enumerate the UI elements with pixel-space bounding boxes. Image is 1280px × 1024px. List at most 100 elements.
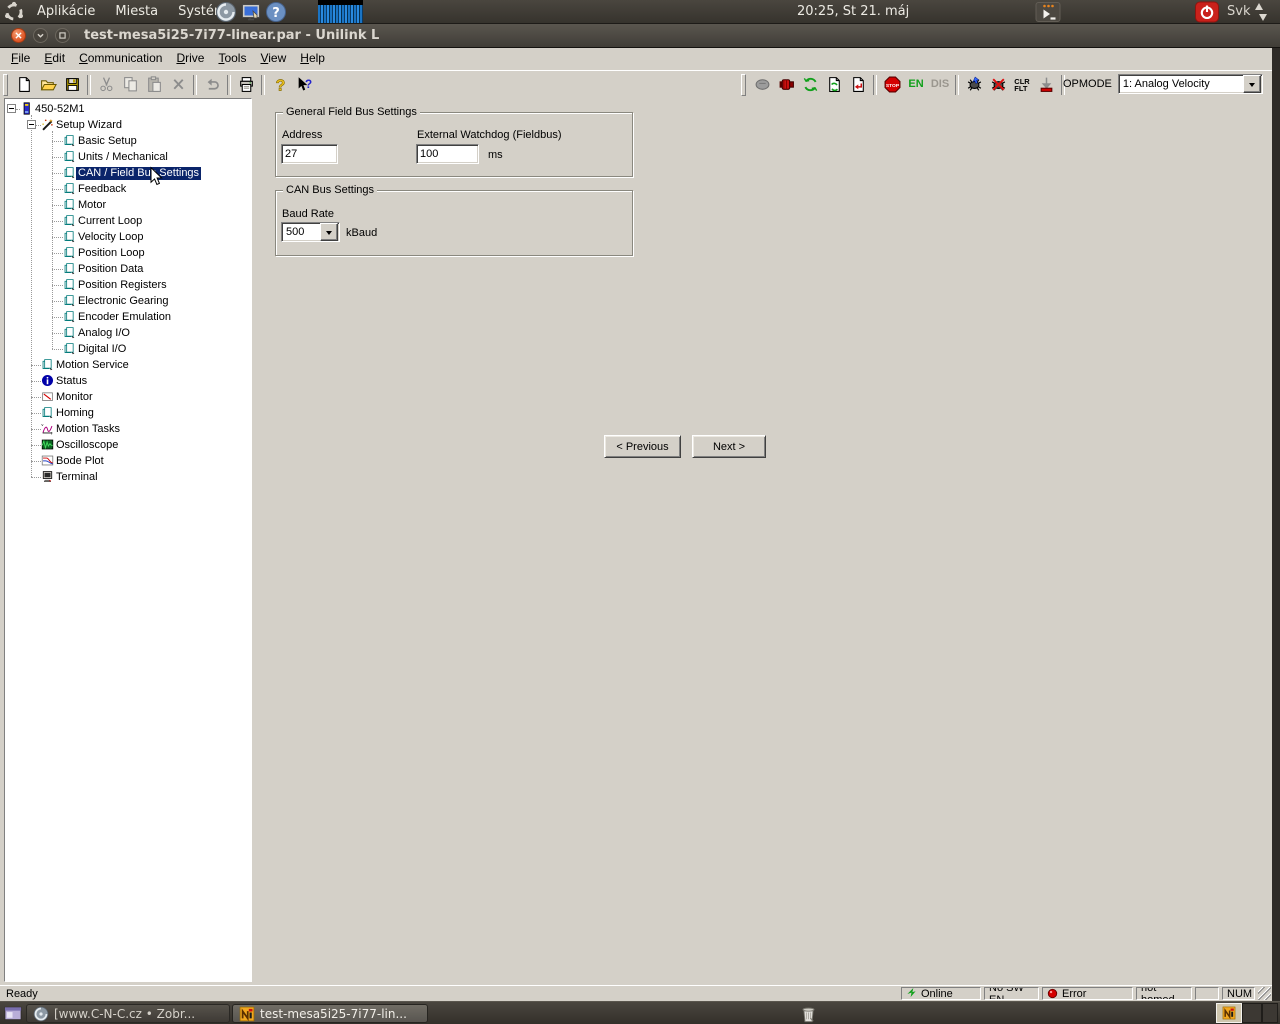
- minimize-button[interactable]: [33, 28, 48, 43]
- notification-arrow-icon[interactable]: [1035, 1, 1061, 23]
- taskbar-task-inactive[interactable]: [www.C-N-C.cz • Zobr...: [26, 1004, 230, 1023]
- tree-item-can-field-bus-settings[interactable]: CAN / Field Bus Settings: [5, 165, 251, 181]
- workspace-2[interactable]: [1242, 1003, 1262, 1023]
- load-default-button[interactable]: [1034, 73, 1058, 97]
- tree-item-velocity-loop[interactable]: Velocity Loop: [5, 229, 251, 245]
- disable-button[interactable]: DIS: [928, 73, 952, 97]
- menu-view[interactable]: View: [253, 48, 293, 69]
- tree-item-oscilloscope[interactable]: Oscilloscope: [5, 437, 251, 453]
- tree-item-label[interactable]: Motion Tasks: [54, 423, 122, 436]
- file-manager-launcher-icon[interactable]: [240, 1, 262, 23]
- stop-button[interactable]: STOP: [880, 73, 904, 97]
- chip-clear-button[interactable]: [986, 73, 1010, 97]
- menu-file[interactable]: File: [4, 48, 37, 69]
- context-help-button[interactable]: ?: [292, 73, 316, 97]
- connect-button[interactable]: [750, 73, 774, 97]
- menu-tools[interactable]: Tools: [211, 48, 253, 69]
- tree-item-digital-i-o[interactable]: Digital I/O: [5, 341, 251, 357]
- close-button[interactable]: [11, 28, 26, 43]
- maximize-button[interactable]: [55, 28, 70, 43]
- enable-button[interactable]: EN: [904, 73, 928, 97]
- page-return-button[interactable]: [846, 73, 870, 97]
- tree-item-label[interactable]: Motor: [76, 199, 108, 212]
- undo-button[interactable]: [200, 73, 224, 97]
- copy-button[interactable]: [118, 73, 142, 97]
- opmode-combobox[interactable]: 1: Analog Velocity: [1117, 74, 1263, 94]
- tree-item-label[interactable]: Homing: [54, 407, 96, 420]
- tree-item-homing[interactable]: Homing: [5, 405, 251, 421]
- motor-button[interactable]: [774, 73, 798, 97]
- tree-item-feedback[interactable]: Feedback: [5, 181, 251, 197]
- keyboard-layout-indicator[interactable]: Svk: [1227, 0, 1250, 23]
- tree-item-setup-wizard[interactable]: Setup Wizard: [5, 117, 251, 133]
- taskbar-task-active[interactable]: test-mesa5i25-7i77-lin...: [232, 1004, 428, 1023]
- help-launcher-icon[interactable]: ?: [265, 1, 287, 23]
- workspace-1[interactable]: [1216, 1003, 1242, 1023]
- save-button[interactable]: [60, 73, 84, 97]
- tree-item-label[interactable]: Status: [54, 375, 89, 388]
- tree-item-label[interactable]: Bode Plot: [54, 455, 106, 468]
- tree-item-analog-i-o[interactable]: Analog I/O: [5, 325, 251, 341]
- resize-grip[interactable]: [1258, 987, 1271, 1000]
- tree-item-label[interactable]: Analog I/O: [76, 327, 132, 340]
- menu-help[interactable]: Help: [293, 48, 332, 69]
- tree-item-label[interactable]: Feedback: [76, 183, 128, 196]
- print-button[interactable]: [234, 73, 258, 97]
- toolbar-handle[interactable]: [741, 73, 746, 96]
- toolbar-handle[interactable]: [3, 73, 8, 96]
- tree-item-label[interactable]: Velocity Loop: [76, 231, 145, 244]
- tree-item-label[interactable]: Position Loop: [76, 247, 147, 260]
- page-refresh-button[interactable]: [822, 73, 846, 97]
- clear-fault-button[interactable]: CLR FLT: [1010, 73, 1034, 97]
- tree-item-terminal[interactable]: Terminal: [5, 469, 251, 485]
- delete-button[interactable]: [166, 73, 190, 97]
- tree-item-label[interactable]: Terminal: [54, 471, 100, 484]
- collapse-expander-icon[interactable]: [7, 104, 16, 113]
- next-button[interactable]: Next >: [692, 435, 766, 458]
- cpu-graph-applet[interactable]: [318, 0, 363, 23]
- collapse-expander-icon[interactable]: [27, 120, 36, 129]
- opmode-dropdown-button[interactable]: [1242, 75, 1261, 93]
- tree-item-label[interactable]: Electronic Gearing: [76, 295, 171, 308]
- tree-item-units-mechanical[interactable]: Units / Mechanical: [5, 149, 251, 165]
- tree-item-label[interactable]: Setup Wizard: [54, 119, 124, 132]
- tree-item-label[interactable]: Encoder Emulation: [76, 311, 173, 324]
- tree-item-label[interactable]: Monitor: [54, 391, 95, 404]
- address-input[interactable]: [281, 144, 338, 164]
- tree-item-motion-service[interactable]: Motion Service: [5, 357, 251, 373]
- title-bar[interactable]: test-mesa5i25-7i77-linear.par - Unilink …: [0, 24, 1280, 48]
- previous-button[interactable]: < Previous: [604, 435, 681, 458]
- tree-item-basic-setup[interactable]: Basic Setup: [5, 133, 251, 149]
- watchdog-input[interactable]: [416, 144, 479, 164]
- tree-item-current-loop[interactable]: Current Loop: [5, 213, 251, 229]
- tree-item-label[interactable]: Current Loop: [76, 215, 144, 228]
- tree-item-bode-plot[interactable]: Bode Plot: [5, 453, 251, 469]
- tree-item-encoder-emulation[interactable]: Encoder Emulation: [5, 309, 251, 325]
- tree-item-position-loop[interactable]: Position Loop: [5, 245, 251, 261]
- tree-item-status[interactable]: Status: [5, 373, 251, 389]
- open-file-button[interactable]: [36, 73, 60, 97]
- tree-item-label[interactable]: Position Registers: [76, 279, 169, 292]
- distro-logo-icon[interactable]: [3, 1, 25, 23]
- menu-edit[interactable]: Edit: [37, 48, 72, 69]
- menu-communication[interactable]: Communication: [72, 48, 169, 69]
- baud-rate-combobox[interactable]: 500: [281, 222, 340, 242]
- trash-icon[interactable]: [798, 1003, 819, 1024]
- tree-item-position-registers[interactable]: Position Registers: [5, 277, 251, 293]
- power-button-icon[interactable]: [1194, 1, 1220, 23]
- chip-save-button[interactable]: [962, 73, 986, 97]
- menu-drive[interactable]: Drive: [169, 48, 211, 69]
- browser-launcher-icon[interactable]: [215, 1, 237, 23]
- clock[interactable]: 20:25, St 21. máj: [797, 0, 909, 23]
- cut-button[interactable]: [94, 73, 118, 97]
- tree-item-label[interactable]: CAN / Field Bus Settings: [76, 167, 202, 180]
- tree-item-label[interactable]: 450-52M1: [33, 103, 87, 116]
- workspace-3[interactable]: [1262, 1003, 1278, 1023]
- up-down-arrows-icon[interactable]: [1254, 1, 1268, 23]
- tree-item-label[interactable]: Digital I/O: [76, 343, 128, 356]
- tree-item-label[interactable]: Position Data: [76, 263, 145, 276]
- tree-item-motion-tasks[interactable]: vtMotion Tasks: [5, 421, 251, 437]
- tree-item-label[interactable]: Oscilloscope: [54, 439, 120, 452]
- tree-item-motor[interactable]: Motor: [5, 197, 251, 213]
- show-desktop-icon[interactable]: [2, 1003, 24, 1024]
